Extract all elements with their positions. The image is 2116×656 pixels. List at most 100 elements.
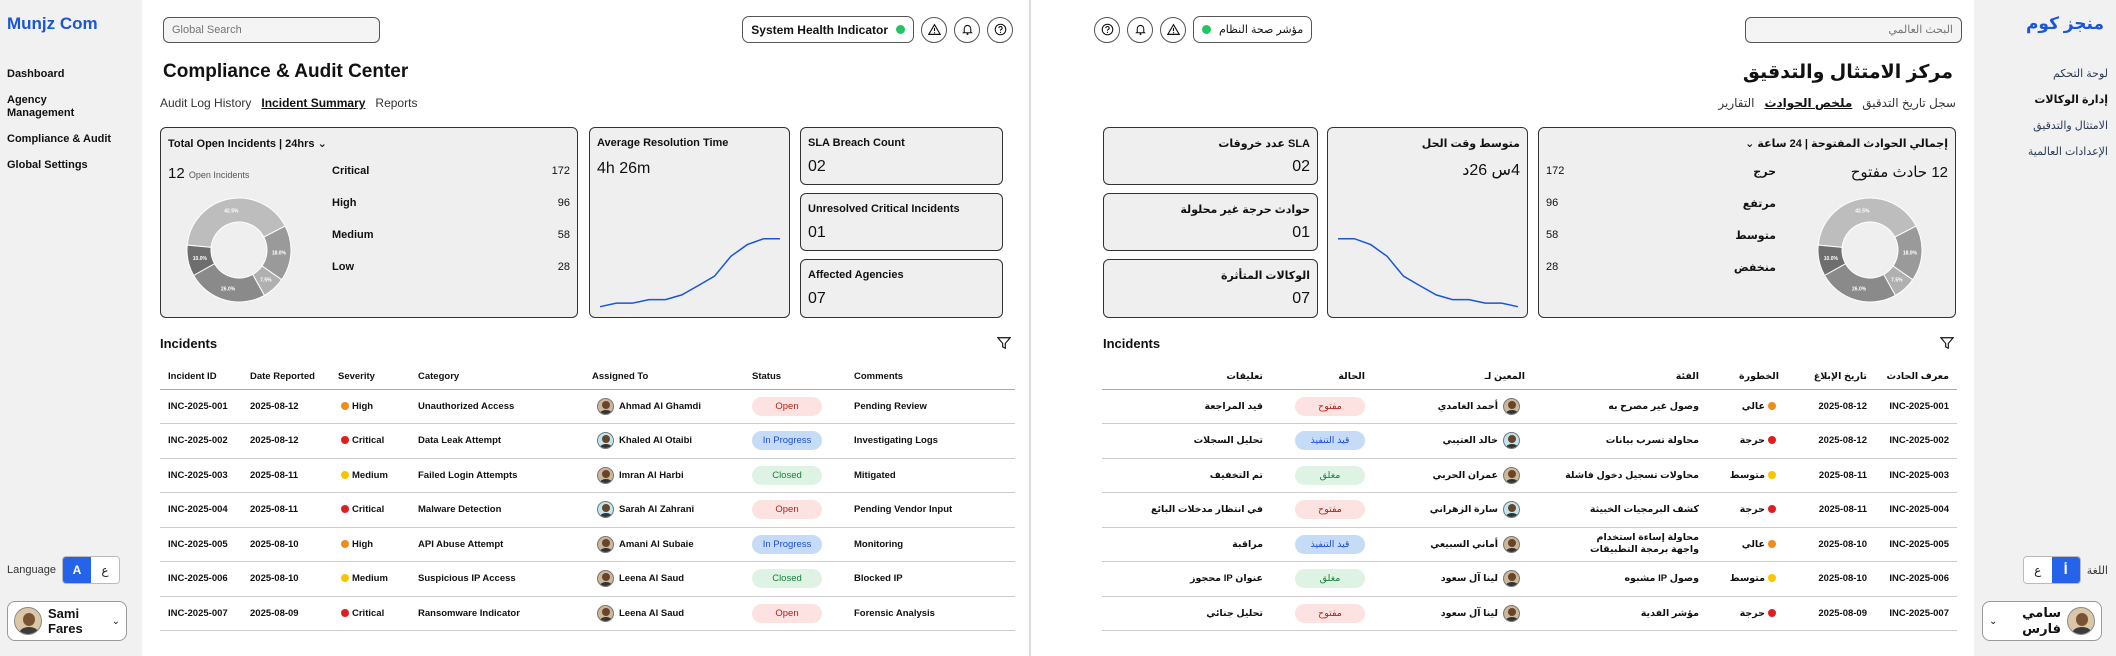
- table-row[interactable]: INC-2025-007 2025-08-09 Critical Ransomware…: [160, 596, 1015, 631]
- sidebar-item-global-settings[interactable]: الإعدادات العالمية: [1980, 146, 2108, 159]
- table-cell: Open: [744, 389, 846, 424]
- severity-row: Critical 172: [332, 165, 570, 177]
- search-input[interactable]: [163, 17, 380, 43]
- table-cell: INC-2025-006: [160, 561, 242, 597]
- system-health-indicator[interactable]: System Health Indicator: [742, 16, 914, 43]
- affected-agencies-card: Affected Agencies 07: [800, 259, 1003, 318]
- notifications-button[interactable]: [1127, 16, 1153, 43]
- column-header[interactable]: Severity: [330, 364, 410, 390]
- system-health-indicator[interactable]: مؤشر صحة النظام: [1193, 16, 1313, 43]
- tab-reports[interactable]: التقارير: [1718, 96, 1754, 110]
- severity-label: High: [332, 197, 357, 209]
- severity-text: Medium: [352, 469, 388, 481]
- status-badge: Closed: [752, 569, 822, 589]
- table-row[interactable]: INC-2025-004 2025-08-11 Critical Malware De…: [160, 492, 1015, 528]
- resolution-trend-chart: [1338, 237, 1519, 308]
- filter-icon[interactable]: [1940, 336, 1954, 350]
- table-row[interactable]: INC-2025-004 2025-08-11 حرجة كشف البرمجيات …: [1102, 492, 1957, 528]
- table-row[interactable]: INC-2025-005 2025-08-10 عالي محاولة إساءة ا…: [1102, 527, 1957, 562]
- table-row[interactable]: INC-2025-002 2025-08-12 حرجة محاولة تسرب بي…: [1102, 423, 1957, 459]
- table-cell: 2025-08-10: [242, 527, 330, 562]
- column-header[interactable]: الفئة: [1533, 364, 1707, 390]
- table-row[interactable]: INC-2025-002 2025-08-12 Critical Data Leak …: [160, 423, 1015, 459]
- column-header[interactable]: الحالة: [1271, 364, 1373, 390]
- lang-arabic-button[interactable]: أ: [2051, 557, 2080, 583]
- open-count-label: Open Incidents: [188, 170, 250, 180]
- open-incidents-card: إجمالي الحوادث المفتوحة | 24 ساعة ⌄ 12 ح…: [1538, 127, 1956, 318]
- user-menu[interactable]: Sami Fares ⌄: [7, 601, 127, 641]
- sidebar-item-compliance-audit[interactable]: Compliance & Audit: [7, 133, 135, 146]
- table-row[interactable]: INC-2025-003 2025-08-11 Medium Failed Login…: [160, 458, 1015, 493]
- alert-button[interactable]: [1160, 16, 1186, 43]
- severity-count: 96: [1546, 197, 1559, 209]
- table-row[interactable]: INC-2025-006 2025-08-10 Medium Suspicious I…: [160, 561, 1015, 597]
- tab-incident-summary[interactable]: Incident Summary: [261, 96, 365, 110]
- column-header[interactable]: Date Reported: [242, 364, 330, 390]
- alert-button[interactable]: [921, 16, 947, 43]
- sidebar-item-agency-management[interactable]: إدارة الوكالات: [1980, 94, 2108, 107]
- column-header[interactable]: المعين لـ: [1373, 364, 1533, 390]
- table-row[interactable]: INC-2025-001 2025-08-12 عالي وصول غير مصرح …: [1102, 389, 1957, 424]
- table-cell: Leena Al Saud: [584, 561, 744, 597]
- tab-incident-summary[interactable]: ملخص الحوادث: [1764, 96, 1852, 110]
- severity-dot: [341, 608, 349, 617]
- table-row[interactable]: INC-2025-007 2025-08-09 حرجة مؤشر الفدية لين…: [1102, 596, 1957, 631]
- tab-audit-log-history[interactable]: Audit Log History: [160, 96, 251, 110]
- sidebar-item-agency-management[interactable]: Agency Management: [7, 94, 87, 120]
- status-badge: قيد التنفيذ: [1295, 534, 1365, 554]
- assignee-name: Ahmad Al Ghamdi: [619, 400, 701, 412]
- lang-english-button[interactable]: A: [62, 557, 91, 583]
- chevron-down-icon: ⌄: [1745, 138, 1755, 150]
- health-status-dot: [896, 25, 905, 34]
- table-cell: 2025-08-12: [1787, 423, 1875, 459]
- lang-english-button[interactable]: ع: [2023, 557, 2052, 583]
- column-header[interactable]: تاريخ الإبلاغ: [1787, 364, 1875, 390]
- table-cell: INC-2025-007: [1875, 596, 1957, 631]
- open-incidents-title[interactable]: Total Open Incidents | 24hrs ⌄: [168, 137, 327, 150]
- filter-icon[interactable]: [997, 336, 1011, 350]
- logo[interactable]: Munjz Com: [7, 14, 98, 34]
- column-header[interactable]: Assigned To: [584, 364, 744, 390]
- tab-reports[interactable]: Reports: [375, 96, 417, 110]
- table-row[interactable]: INC-2025-003 2025-08-11 متوسط محاولات تسجيل…: [1102, 458, 1957, 493]
- table-row[interactable]: INC-2025-001 2025-08-12 High Unauthorized A…: [160, 389, 1015, 424]
- help-button[interactable]: [987, 16, 1013, 43]
- lang-arabic-button[interactable]: ع: [90, 557, 119, 583]
- pie-slice-label: 26.0%: [1852, 286, 1867, 292]
- severity-count: 58: [1546, 229, 1559, 241]
- logo[interactable]: منجز كوم: [2026, 14, 2104, 34]
- help-button[interactable]: [1094, 16, 1120, 43]
- column-header[interactable]: Incident ID: [160, 364, 242, 390]
- table-cell: INC-2025-001: [1875, 389, 1957, 424]
- tab-audit-log-history[interactable]: سجل تاريخ التدقيق: [1862, 96, 1956, 110]
- pie-slice-label: 7.5%: [1891, 278, 1903, 284]
- table-cell: عالي: [1707, 527, 1787, 562]
- notifications-button[interactable]: [954, 16, 980, 43]
- severity-row: حرج 172: [1546, 165, 1776, 178]
- column-header[interactable]: Status: [744, 364, 846, 390]
- language-label: اللغة: [2086, 564, 2108, 577]
- open-incidents-title[interactable]: إجمالي الحوادث المفتوحة | 24 ساعة ⌄: [1745, 137, 1948, 150]
- user-menu[interactable]: سامي فارس ⌄: [1982, 601, 2102, 641]
- column-header[interactable]: تعليقات: [1102, 364, 1271, 390]
- column-header[interactable]: Comments: [846, 364, 1015, 390]
- table-row[interactable]: INC-2025-006 2025-08-10 متوسط وصول IP مشبوه…: [1102, 561, 1957, 597]
- table-row[interactable]: INC-2025-005 2025-08-10 High API Abuse Atte…: [160, 527, 1015, 562]
- page-title: Compliance & Audit Center: [163, 61, 409, 82]
- severity-label: مرتفع: [1742, 198, 1776, 210]
- table-cell: Imran Al Harbi: [584, 458, 744, 493]
- column-header[interactable]: معرف الحادث: [1875, 364, 1957, 390]
- search-input[interactable]: [1745, 17, 1962, 43]
- sla-breach-card: عدد خروقات SLA 02: [1103, 127, 1318, 185]
- severity-row: Medium 58: [332, 229, 570, 241]
- sidebar-item-dashboard[interactable]: Dashboard: [7, 68, 135, 81]
- sidebar-item-dashboard[interactable]: لوحة التحكم: [1980, 68, 2108, 81]
- health-status-dot: [1202, 25, 1211, 34]
- status-badge: مغلق: [1295, 465, 1365, 485]
- sidebar-item-compliance-audit[interactable]: الامتثال والتدقيق: [1980, 120, 2108, 133]
- warning-icon: [1166, 23, 1180, 35]
- sidebar-item-global-settings[interactable]: Global Settings: [7, 159, 135, 172]
- column-header[interactable]: Category: [410, 364, 584, 390]
- table-cell: 2025-08-11: [1787, 492, 1875, 528]
- column-header[interactable]: الخطورة: [1707, 364, 1787, 390]
